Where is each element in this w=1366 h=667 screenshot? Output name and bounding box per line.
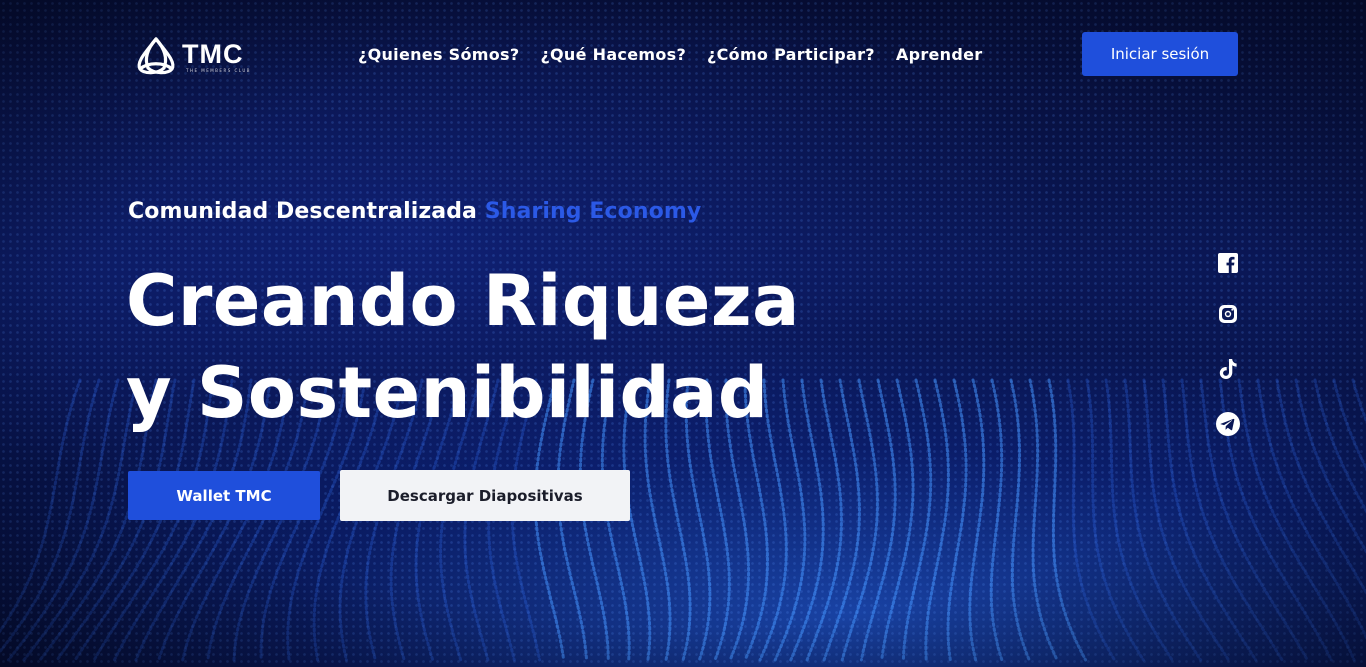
telegram-link[interactable] [1215,411,1241,437]
login-button[interactable]: Iniciar sesión [1082,32,1238,76]
facebook-icon [1218,253,1238,273]
telegram-icon [1216,412,1240,436]
hero-tagline: Comunidad Descentralizada Sharing Econom… [128,199,701,224]
hero-headline: Creando Riqueza y Sostenibilidad [126,255,800,439]
instagram-link[interactable] [1215,301,1241,327]
tagline-main: Comunidad Descentralizada [128,199,477,224]
facebook-link[interactable] [1215,250,1241,276]
instagram-icon [1219,305,1237,323]
main-nav: ¿Quienes Sómos? ¿Qué Hacemos? ¿Cómo Part… [358,44,982,66]
headline-line-1: Creando Riqueza [126,260,800,342]
tiktok-icon [1219,359,1237,379]
wallet-tmc-button[interactable]: Wallet TMC [128,471,320,520]
brand-name: TMC [182,39,244,69]
tagline-accent: Sharing Economy [484,199,702,224]
download-slides-button[interactable]: Descargar Diapositivas [340,470,630,521]
headline-line-2: y Sostenibilidad [126,352,769,434]
nav-item-que-hacemos[interactable]: ¿Qué Hacemos? [540,44,686,66]
brand-logo[interactable]: TMC THE MEMBERS CLUB [134,36,251,78]
trinity-knot-icon [137,37,175,75]
nav-item-como-participar[interactable]: ¿Cómo Participar? [707,44,875,66]
nav-item-quienes-somos[interactable]: ¿Quienes Sómos? [358,44,519,66]
tiktok-link[interactable] [1215,356,1241,382]
nav-item-aprender[interactable]: Aprender [896,44,983,66]
brand-subtitle: THE MEMBERS CLUB [186,68,252,73]
